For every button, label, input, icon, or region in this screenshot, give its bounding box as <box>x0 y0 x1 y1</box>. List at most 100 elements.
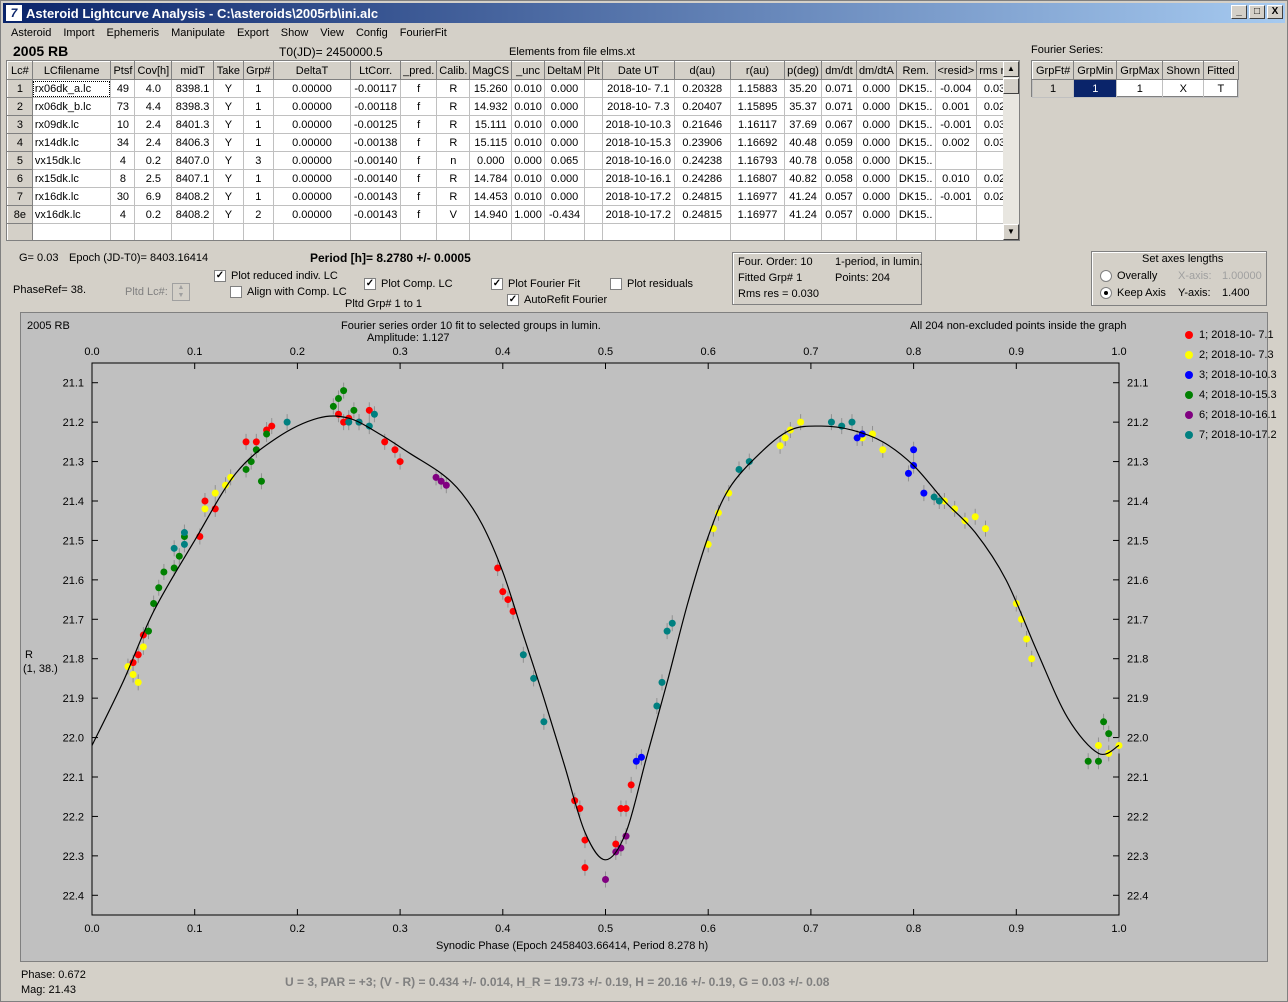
table-cell[interactable]: R <box>436 97 471 116</box>
table-cell[interactable]: 2 <box>243 205 274 224</box>
plot-fourier-checkbox[interactable]: ✓ Plot Fourier Fit <box>491 278 580 291</box>
column-header[interactable]: _unc <box>511 61 546 80</box>
table-cell[interactable]: DK15.. <box>896 151 936 170</box>
table-cell[interactable]: 0.000 <box>856 169 897 188</box>
table-cell[interactable]: 1 <box>243 97 274 116</box>
table-cell[interactable]: 2018-10-17.2 <box>602 187 675 206</box>
plot-comp-checkbox[interactable]: ✓ Plot Comp. LC <box>364 278 453 291</box>
table-cell[interactable] <box>436 223 471 240</box>
table-cell[interactable]: 0.010 <box>511 169 546 188</box>
table-cell[interactable] <box>469 223 513 240</box>
table-cell[interactable]: R <box>436 79 471 98</box>
row-header[interactable]: 7 <box>7 187 33 206</box>
checkbox-box[interactable]: ✓ <box>507 294 519 307</box>
table-row[interactable]: 1 rx06dk_a.lc 49 4.0 8398.1 Y 1 0.00000 -0.00117… <box>7 79 1019 98</box>
table-cell[interactable]: rx06dk_b.lc <box>32 97 112 116</box>
table-cell[interactable]: 14.453 <box>469 187 513 206</box>
table-cell[interactable]: 8401.3 <box>171 115 214 134</box>
column-header[interactable]: DeltaT <box>272 61 352 80</box>
table-cell[interactable]: 1.16793 <box>730 151 786 170</box>
cell-grpmax[interactable]: 1 <box>1116 79 1164 98</box>
table-cell[interactable] <box>784 223 823 240</box>
table-cell[interactable]: 2018-10-17.2 <box>602 205 675 224</box>
column-header[interactable]: Date UT <box>601 61 675 80</box>
column-header[interactable]: _pred. <box>400 61 438 80</box>
table-cell[interactable]: 1.15895 <box>730 97 786 116</box>
row-header[interactable]: 5 <box>7 151 33 170</box>
table-cell[interactable] <box>584 97 603 116</box>
table-cell[interactable]: -0.00140 <box>350 169 402 188</box>
column-header[interactable]: Calib. <box>436 61 471 80</box>
table-cell[interactable]: n <box>436 151 471 170</box>
close-button[interactable]: X <box>1267 5 1283 19</box>
table-cell[interactable]: 0.002 <box>935 133 978 152</box>
table-cell[interactable]: 0.001 <box>935 97 978 116</box>
table-cell[interactable]: 0.00000 <box>273 205 352 224</box>
column-header[interactable]: MagCS <box>469 61 513 80</box>
table-row[interactable]: 2 rx06dk_b.lc 73 4.4 8398.3 Y 1 0.00000 -0.00118… <box>7 97 1019 116</box>
table-cell[interactable]: 14.932 <box>469 97 513 116</box>
table-cell[interactable]: 2018-10-15.3 <box>602 133 675 152</box>
table-cell[interactable]: 14.784 <box>469 169 513 188</box>
table-cell[interactable]: Y <box>213 115 244 134</box>
checkbox-box[interactable] <box>230 286 242 299</box>
table-cell[interactable]: 4 <box>110 205 136 224</box>
table-cell[interactable]: 35.20 <box>784 79 823 98</box>
table-cell[interactable]: 0.059 <box>821 133 857 152</box>
table-cell[interactable]: 0.010 <box>935 169 978 188</box>
table-cell[interactable] <box>400 223 438 240</box>
table-cell[interactable]: 4 <box>110 151 136 170</box>
table-cell[interactable]: 2018-10-16.1 <box>602 169 675 188</box>
plot-residuals-checkbox[interactable]: Plot residuals <box>610 278 693 291</box>
table-cell[interactable]: -0.00143 <box>350 187 402 206</box>
table-cell[interactable]: 34 <box>110 133 136 152</box>
table-cell[interactable]: Y <box>213 205 244 224</box>
table-cell[interactable]: -0.434 <box>544 205 586 224</box>
column-header[interactable]: r(au) <box>729 61 786 80</box>
table-cell[interactable]: 40.82 <box>784 169 823 188</box>
column-header[interactable]: dm/dtA <box>855 61 897 80</box>
table-cell[interactable]: 0.000 <box>544 79 586 98</box>
table-cell[interactable]: rx09dk.lc <box>32 115 112 134</box>
fourier-series-table[interactable]: GrpFt# GrpMin GrpMax Shown Fitted 1 1 1 … <box>1031 60 1239 98</box>
keep-axis-radio[interactable]: Keep Axis <box>1100 287 1166 300</box>
table-cell[interactable]: 0.057 <box>821 187 857 206</box>
table-cell[interactable]: 6.9 <box>134 187 173 206</box>
column-header[interactable]: Grp# <box>242 61 274 80</box>
menu-config[interactable]: Config <box>350 25 394 41</box>
table-cell[interactable]: rx06dk_a.lc <box>32 79 112 98</box>
table-cell[interactable]: 8398.3 <box>171 97 214 116</box>
table-cell[interactable] <box>584 151 603 170</box>
table-cell[interactable]: 0.00000 <box>273 169 352 188</box>
table-cell[interactable]: 0.010 <box>511 133 546 152</box>
table-cell[interactable]: V <box>436 205 471 224</box>
table-cell[interactable]: 40.78 <box>784 151 823 170</box>
column-header[interactable]: Lc# <box>7 61 33 80</box>
table-cell[interactable]: 0.00000 <box>273 187 352 206</box>
table-cell[interactable]: 0.24238 <box>674 151 731 170</box>
table-cell[interactable]: 15.115 <box>469 133 513 152</box>
table-cell[interactable] <box>935 223 978 240</box>
row-header[interactable]: 1 <box>7 79 33 98</box>
table-cell[interactable]: 0.010 <box>511 187 546 206</box>
table-cell[interactable]: 0.067 <box>821 115 857 134</box>
table-cell[interactable]: -0.00140 <box>350 151 402 170</box>
table-cell[interactable] <box>896 223 936 240</box>
table-cell[interactable] <box>32 223 112 240</box>
table-cell[interactable]: 8408.2 <box>171 205 214 224</box>
table-cell[interactable]: f <box>400 79 438 98</box>
y-axis-value[interactable]: 1.400 <box>1222 287 1250 299</box>
column-header[interactable]: Ptsf <box>110 61 136 80</box>
table-cell[interactable]: 0.2 <box>134 151 173 170</box>
table-cell[interactable]: Y <box>213 97 244 116</box>
table-cell[interactable]: -0.00138 <box>350 133 402 152</box>
table-cell[interactable]: 35.37 <box>784 97 823 116</box>
table-cell[interactable]: R <box>436 133 471 152</box>
table-cell[interactable]: 8 <box>110 169 136 188</box>
table-cell[interactable]: 0.23906 <box>674 133 731 152</box>
row-header[interactable]: 8e <box>7 205 33 224</box>
table-cell[interactable]: DK15.. <box>896 97 936 116</box>
table-cell[interactable]: 0.000 <box>511 151 546 170</box>
table-cell[interactable] <box>935 205 978 224</box>
minimize-button[interactable]: _ <box>1231 5 1247 19</box>
